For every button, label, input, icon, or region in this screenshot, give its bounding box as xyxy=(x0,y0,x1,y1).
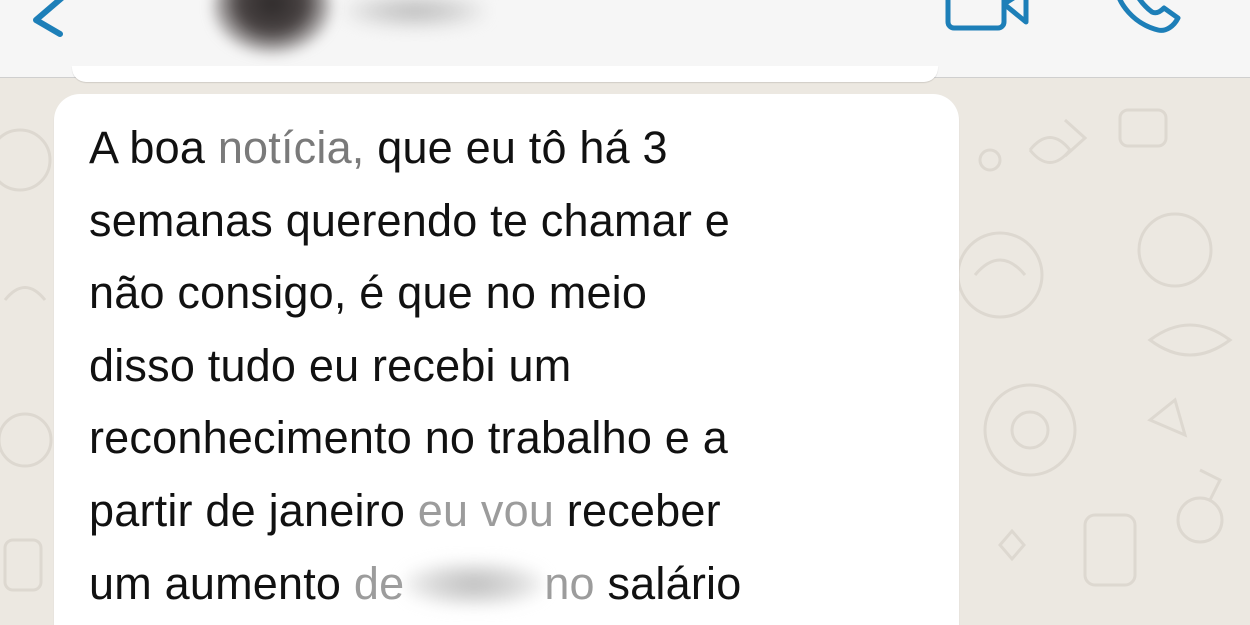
contact-name[interactable] xyxy=(345,0,485,28)
message-line: reconhecimento no trabalho e a xyxy=(89,412,728,464)
message-fragment: no xyxy=(544,557,595,609)
message-fragment: partir de janeiro xyxy=(89,484,418,536)
voice-call-button[interactable] xyxy=(1110,0,1190,36)
message-fragment: que eu tô há 3 xyxy=(364,122,668,173)
avatar[interactable] xyxy=(212,0,332,54)
video-call-button[interactable] xyxy=(942,0,1034,36)
message-line: um aumento de no salário xyxy=(89,548,949,621)
message-text: A boa notícia, que eu tô há 3 semanas qu… xyxy=(89,112,949,620)
back-button[interactable] xyxy=(22,0,82,50)
message-line: disso tudo eu recebi um xyxy=(89,339,572,391)
message-fragment: notícia, xyxy=(217,122,365,173)
message-line: não consigo, é que no meio xyxy=(89,267,648,319)
chevron-left-icon xyxy=(33,0,64,37)
message-line: A boa notícia, que eu tô há 3 xyxy=(89,112,949,185)
message-fragment: receber xyxy=(554,484,721,536)
message-fragment: salário xyxy=(594,557,742,609)
message-bubble[interactable]: A boa notícia, que eu tô há 3 semanas qu… xyxy=(54,94,959,625)
message-line: semanas querendo te chamar e xyxy=(89,194,730,246)
message-fragment: de xyxy=(353,557,405,609)
previous-message-bubble xyxy=(72,66,938,82)
chat-screen: A boa notícia, que eu tô há 3 semanas qu… xyxy=(0,0,1250,625)
message-fragment: eu vou xyxy=(417,484,555,536)
message-fragment: um aumento xyxy=(89,557,354,609)
redacted-amount xyxy=(404,560,545,607)
phone-icon xyxy=(1117,0,1181,33)
message-fragment: A boa xyxy=(89,122,218,173)
message-line: partir de janeiro eu vou receber xyxy=(89,475,949,548)
video-camera-icon xyxy=(945,0,1029,31)
